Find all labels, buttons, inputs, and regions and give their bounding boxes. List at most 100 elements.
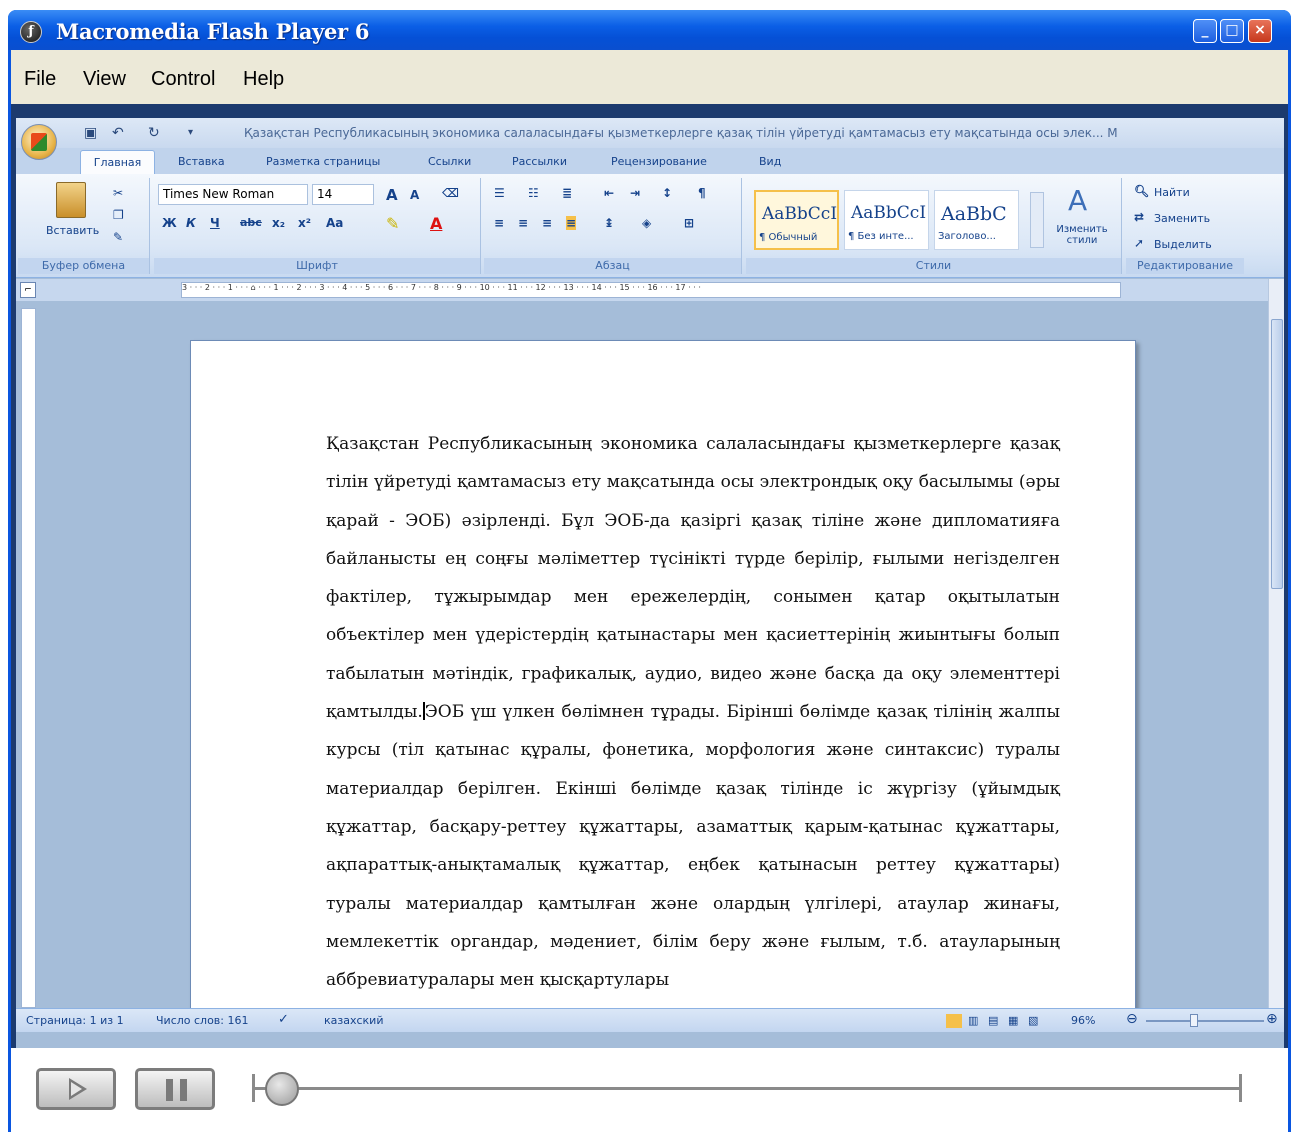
bullets-icon[interactable]: ☰ xyxy=(494,186,505,200)
multilevel-list-icon[interactable]: ≣ xyxy=(562,186,572,200)
document-title: Қазақстан Республикасының экономика сала… xyxy=(244,126,1118,140)
horizontal-ruler[interactable]: 3 · · · 2 · · · 1 · · · ⌂ · · · 1 · · · … xyxy=(181,282,1121,298)
web-layout-view-icon[interactable]: ▤ xyxy=(988,1014,998,1027)
grow-font-icon[interactable]: A xyxy=(386,186,398,204)
style-sample: AaBbC xyxy=(941,203,1007,225)
subscript-icon[interactable]: x₂ xyxy=(272,216,285,230)
styles-scroll[interactable] xyxy=(1030,192,1044,248)
align-center-icon[interactable]: ≡ xyxy=(518,216,528,230)
tab-references[interactable]: Ссылки xyxy=(428,155,471,168)
full-screen-view-icon[interactable]: ▥ xyxy=(968,1014,978,1027)
word-window-recording: ▣ ↶ ↻ ▾ Қазақстан Республикасының эконом… xyxy=(16,118,1284,1048)
paste-button[interactable]: Вставить xyxy=(46,224,99,237)
page-count[interactable]: Страница: 1 из 1 xyxy=(26,1014,124,1027)
draft-view-icon[interactable]: ▧ xyxy=(1028,1014,1038,1027)
document-body[interactable]: Қазақстан Республикасының экономика сала… xyxy=(326,425,1060,999)
copy-icon[interactable]: ❐ xyxy=(113,208,124,222)
office-button[interactable] xyxy=(21,124,57,160)
change-styles-button[interactable]: Изменить стили xyxy=(1052,224,1112,246)
change-case-icon[interactable]: Aa xyxy=(326,216,343,230)
menu-control[interactable]: Control xyxy=(151,68,215,91)
language-status[interactable]: казахский xyxy=(324,1014,383,1027)
window-title: Macromedia Flash Player 6 xyxy=(56,19,370,44)
bold-icon[interactable]: Ж xyxy=(162,216,177,230)
select-icon[interactable]: ➚ xyxy=(1134,236,1144,250)
customize-qat-icon[interactable]: ▾ xyxy=(188,127,193,138)
shrink-font-icon[interactable]: A xyxy=(410,188,419,202)
sort-icon[interactable]: ↕ xyxy=(662,186,672,200)
borders-icon[interactable]: ⊞ xyxy=(684,216,694,230)
vertical-scrollbar[interactable] xyxy=(1268,279,1284,1014)
menu-file[interactable]: File xyxy=(24,68,56,91)
find-button[interactable]: Найти xyxy=(1154,186,1190,199)
tab-insert[interactable]: Вставка xyxy=(178,155,225,168)
increase-indent-icon[interactable]: ⇥ xyxy=(630,186,640,200)
highlight-icon[interactable]: ✎ xyxy=(386,214,399,233)
ribbon: Вставить ✂ ❐ ✎ Буфер обмена Times New Ro… xyxy=(16,174,1284,278)
progress-knob[interactable] xyxy=(265,1072,299,1106)
flash-stage: ▣ ↶ ↻ ▾ Қазақстан Республикасының эконом… xyxy=(11,104,1288,1048)
style-normal[interactable]: AaBbCcI ¶ Обычный xyxy=(754,190,839,250)
style-name: ¶ Обычный xyxy=(759,232,818,243)
align-right-icon[interactable]: ≡ xyxy=(542,216,552,230)
tab-review[interactable]: Рецензирование xyxy=(611,155,707,168)
progress-track[interactable] xyxy=(254,1087,1241,1090)
tab-view[interactable]: Вид xyxy=(759,155,781,168)
format-painter-icon[interactable]: ✎ xyxy=(113,230,123,244)
numbering-icon[interactable]: ☷ xyxy=(528,186,539,200)
tab-page-layout[interactable]: Разметка страницы xyxy=(266,155,380,168)
replace-button[interactable]: Заменить xyxy=(1154,212,1210,225)
save-icon[interactable]: ▣ xyxy=(84,125,97,141)
proofing-icon[interactable]: ✓ xyxy=(278,1012,289,1027)
decrease-indent-icon[interactable]: ⇤ xyxy=(604,186,614,200)
vertical-ruler xyxy=(21,308,36,1008)
document-page[interactable]: Қазақстан Республикасының экономика сала… xyxy=(190,340,1136,1008)
pause-button[interactable] xyxy=(135,1068,215,1110)
maximize-button[interactable]: □ xyxy=(1220,19,1244,43)
change-styles-icon[interactable]: A xyxy=(1068,184,1087,217)
menu-view[interactable]: View xyxy=(83,68,126,91)
paste-icon[interactable] xyxy=(56,182,86,218)
tab-home[interactable]: Главная xyxy=(80,150,155,174)
justify-icon[interactable]: ≡ xyxy=(566,216,577,230)
outline-view-icon[interactable]: ▦ xyxy=(1008,1014,1018,1027)
tab-selector-icon[interactable]: ⌐ xyxy=(20,282,36,298)
font-color-icon[interactable]: A xyxy=(430,214,442,233)
clipboard-group-label: Буфер обмена xyxy=(18,258,149,274)
play-button[interactable] xyxy=(36,1068,116,1110)
line-spacing-icon[interactable]: ↨ xyxy=(604,216,614,230)
zoom-in-icon[interactable]: ⊕ xyxy=(1266,1011,1278,1027)
cut-icon[interactable]: ✂ xyxy=(113,186,123,200)
font-size-combo[interactable]: 14 xyxy=(312,184,374,205)
title-bar[interactable]: ƒ Macromedia Flash Player 6 _ □ × xyxy=(8,10,1291,50)
paragraph-group-label: Абзац xyxy=(484,258,741,274)
show-marks-icon[interactable]: ¶ xyxy=(698,186,706,200)
style-heading[interactable]: AaBbC Заголово... xyxy=(934,190,1019,250)
strikethrough-icon[interactable]: abc xyxy=(240,216,262,229)
clear-format-icon[interactable]: ⌫ xyxy=(442,186,459,200)
align-left-icon[interactable]: ≡ xyxy=(494,216,504,230)
zoom-out-icon[interactable]: ⊖ xyxy=(1126,1011,1138,1027)
find-icon[interactable]: 🔍︎ xyxy=(1134,184,1149,198)
undo-icon[interactable]: ↶ xyxy=(112,125,124,141)
menu-help[interactable]: Help xyxy=(243,68,284,91)
font-name-combo[interactable]: Times New Roman xyxy=(158,184,308,205)
tab-mailings[interactable]: Рассылки xyxy=(512,155,567,168)
underline-icon[interactable]: Ч xyxy=(210,216,220,230)
style-no-spacing[interactable]: AaBbCcI ¶ Без инте... xyxy=(844,190,929,250)
select-button[interactable]: Выделить xyxy=(1154,238,1212,251)
scrollbar-thumb[interactable] xyxy=(1271,319,1283,589)
zoom-slider-thumb[interactable] xyxy=(1190,1014,1198,1027)
pause-icon xyxy=(180,1079,187,1101)
print-layout-view-icon[interactable] xyxy=(946,1014,962,1028)
zoom-level[interactable]: 96% xyxy=(1071,1014,1095,1027)
word-count[interactable]: Число слов: 161 xyxy=(156,1014,249,1027)
replace-icon[interactable]: ⇄ xyxy=(1134,210,1144,224)
minimize-button[interactable]: _ xyxy=(1193,19,1217,43)
zoom-slider-track[interactable] xyxy=(1146,1020,1264,1022)
redo-icon[interactable]: ↻ xyxy=(148,125,160,141)
close-button[interactable]: × xyxy=(1248,19,1272,43)
italic-icon[interactable]: К xyxy=(186,216,196,230)
superscript-icon[interactable]: x² xyxy=(298,216,311,230)
shading-icon[interactable]: ◈ xyxy=(642,216,651,230)
